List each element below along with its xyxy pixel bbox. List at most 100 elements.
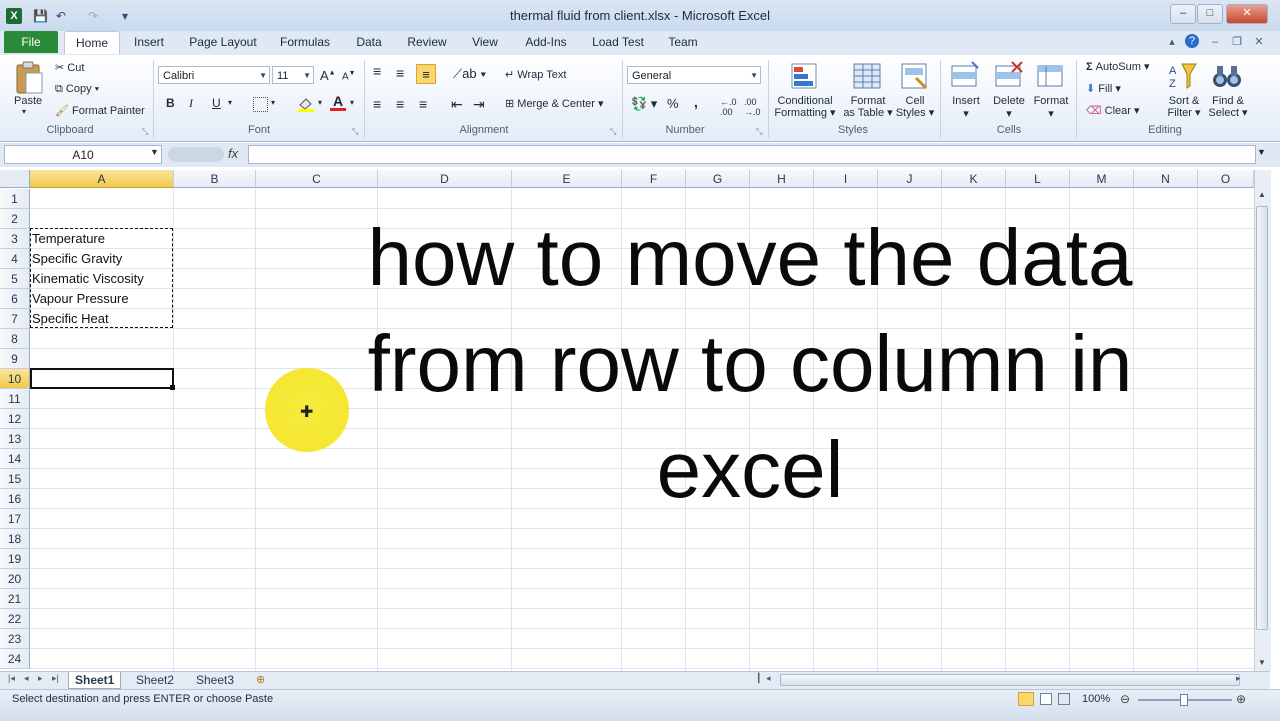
format-as-table-button[interactable]: Format as Table ▾ — [838, 95, 898, 119]
column-header-k[interactable]: K — [942, 170, 1006, 188]
font-launcher-icon[interactable]: ⤡ — [352, 127, 361, 136]
tab-file[interactable]: File — [4, 31, 58, 53]
sheet-nav-next-icon[interactable]: ▸ — [38, 673, 43, 684]
page-layout-view-icon[interactable] — [1040, 693, 1052, 705]
underline-dropdown-icon[interactable]: ▾ — [228, 98, 232, 107]
find-select-button[interactable]: Find & Select ▾ — [1206, 95, 1250, 119]
column-header-m[interactable]: M — [1070, 170, 1134, 188]
wrap-text-button[interactable]: ↵ Wrap Text — [505, 67, 566, 83]
row-header-2[interactable]: 2 — [0, 209, 30, 229]
cell-styles-icon[interactable] — [900, 60, 930, 95]
tab-load-test[interactable]: Load Test — [588, 31, 648, 53]
column-header-i[interactable]: I — [814, 170, 878, 188]
insert-cells-icon[interactable] — [950, 60, 980, 95]
page-break-view-icon[interactable] — [1058, 693, 1070, 705]
paste-button[interactable] — [12, 60, 46, 96]
insert-function-button[interactable]: fx — [228, 146, 238, 161]
tab-review[interactable]: Review — [403, 31, 451, 53]
autosum-button[interactable]: Σ AutoSum ▾ — [1086, 59, 1150, 75]
column-header-e[interactable]: E — [512, 170, 622, 188]
row-header-19[interactable]: 19 — [0, 549, 30, 569]
increase-decimal-icon[interactable]: ←.0.00 — [720, 97, 737, 117]
row-header-12[interactable]: 12 — [0, 409, 30, 429]
tab-page-layout[interactable]: Page Layout — [186, 31, 260, 53]
grow-font-button[interactable]: A▲ — [320, 68, 336, 83]
column-header-g[interactable]: G — [686, 170, 750, 188]
number-launcher-icon[interactable]: ⤡ — [756, 127, 765, 136]
fill-color-dropdown-icon[interactable]: ▾ — [318, 98, 322, 107]
row-header-9[interactable]: 9 — [0, 349, 30, 369]
workbook-restore-icon[interactable]: ❐ — [1229, 34, 1245, 50]
tab-data[interactable]: Data — [350, 31, 388, 53]
shrink-font-button[interactable]: A▼ — [342, 70, 356, 82]
collapse-ribbon-icon[interactable]: ▴ — [1164, 34, 1180, 50]
bold-button[interactable]: B — [166, 96, 175, 110]
format-painter-button[interactable]: 🖌 Format Painter — [55, 103, 145, 119]
copy-button[interactable]: ⧉ Copy ▾ — [55, 81, 99, 97]
increase-indent-icon[interactable]: ⇥ — [473, 96, 485, 113]
row-header-11[interactable]: 11 — [0, 389, 30, 409]
underline-button[interactable]: U — [212, 96, 221, 110]
sheet-nav-first-icon[interactable]: |◂ — [8, 673, 15, 684]
decrease-decimal-icon[interactable]: .00 →.0 — [744, 97, 761, 117]
font-name-combo[interactable]: Calibri ▼ — [158, 66, 270, 84]
tab-insert[interactable]: Insert — [128, 31, 170, 53]
font-color-dropdown-icon[interactable]: ▾ — [350, 98, 354, 107]
align-bottom-icon[interactable]: ≡ — [416, 64, 436, 84]
row-header-14[interactable]: 14 — [0, 449, 30, 469]
paste-dropdown-icon[interactable]: ▾ — [22, 107, 26, 116]
column-header-c[interactable]: C — [256, 170, 378, 188]
column-header-o[interactable]: O — [1198, 170, 1254, 188]
row-header-21[interactable]: 21 — [0, 589, 30, 609]
align-top-icon[interactable]: ≡ — [373, 64, 381, 78]
decrease-indent-icon[interactable]: ⇤ — [451, 96, 463, 113]
scroll-left-icon[interactable]: ◂ — [766, 673, 771, 684]
sheet-tab-2[interactable]: Sheet2 — [130, 672, 180, 688]
conditional-formatting-button[interactable]: Conditional Formatting ▾ — [773, 95, 837, 119]
orientation-icon[interactable]: ⟋ab ▾ — [453, 66, 487, 82]
column-header-d[interactable]: D — [378, 170, 512, 188]
sheet-tab-3[interactable]: Sheet3 — [190, 672, 240, 688]
row-header-4[interactable]: 4 — [0, 249, 30, 269]
delete-cells-button[interactable]: Delete ▾ — [988, 95, 1030, 120]
sort-filter-button[interactable]: Sort & Filter ▾ — [1164, 95, 1204, 119]
fill-handle[interactable] — [170, 385, 175, 390]
font-color-icon[interactable]: A — [330, 94, 346, 112]
binoculars-icon[interactable] — [1212, 60, 1242, 95]
help-icon[interactable]: ? — [1185, 34, 1199, 48]
insert-cells-button[interactable]: Insert ▾ — [946, 95, 986, 120]
row-header-1[interactable]: 1 — [0, 189, 30, 209]
maximize-button[interactable]: □ — [1197, 4, 1223, 24]
row-header-10[interactable]: 10 — [0, 369, 30, 389]
align-center-icon[interactable]: ≡ — [396, 96, 404, 112]
clear-button[interactable]: ⌫ Clear ▾ — [1086, 103, 1140, 119]
scroll-right-icon[interactable]: ▸ — [1236, 673, 1241, 684]
insert-sheet-icon[interactable]: ⊕ — [256, 673, 265, 686]
align-right-icon[interactable]: ≡ — [419, 96, 427, 112]
comma-style-button[interactable]: , — [694, 94, 698, 110]
zoom-level[interactable]: 100% — [1082, 693, 1110, 705]
column-header-a[interactable]: A — [30, 170, 174, 188]
row-header-22[interactable]: 22 — [0, 609, 30, 629]
tab-team[interactable]: Team — [664, 31, 702, 53]
conditional-formatting-icon[interactable] — [790, 60, 820, 95]
row-header-23[interactable]: 23 — [0, 629, 30, 649]
horizontal-scroll-thumb[interactable] — [780, 674, 1240, 686]
vertical-scroll-thumb[interactable] — [1256, 206, 1268, 630]
formula-input[interactable] — [248, 145, 1256, 164]
row-header-7[interactable]: 7 — [0, 309, 30, 329]
zoom-slider-knob[interactable] — [1180, 694, 1188, 706]
row-header-5[interactable]: 5 — [0, 269, 30, 289]
workbook-minimize-icon[interactable]: – — [1207, 34, 1223, 50]
column-header-f[interactable]: F — [622, 170, 686, 188]
column-header-n[interactable]: N — [1134, 170, 1198, 188]
align-middle-icon[interactable]: ≡ — [396, 66, 404, 80]
sheet-nav-prev-icon[interactable]: ◂ — [24, 673, 29, 684]
column-header-h[interactable]: H — [750, 170, 814, 188]
fill-color-icon[interactable] — [297, 96, 315, 112]
expand-formula-bar-icon[interactable]: ▼ — [1257, 147, 1266, 157]
percent-style-button[interactable]: % — [667, 96, 679, 111]
scroll-down-icon[interactable]: ▼ — [1258, 658, 1266, 667]
row-header-20[interactable]: 20 — [0, 569, 30, 589]
row-header-8[interactable]: 8 — [0, 329, 30, 349]
